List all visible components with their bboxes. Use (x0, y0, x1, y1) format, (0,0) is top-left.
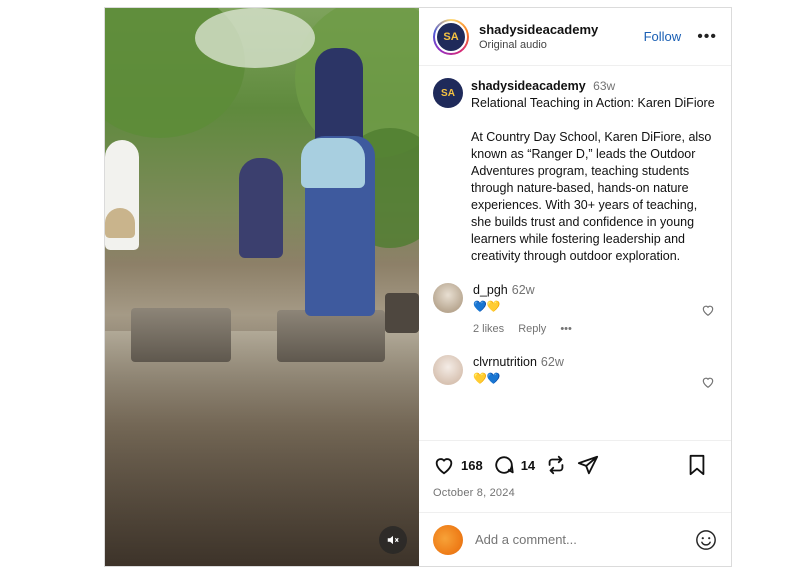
more-options-button[interactable]: ••• (697, 28, 717, 46)
comment-item: clvrnutrition 62w 💛💙 (419, 355, 731, 388)
comment-icon (495, 456, 514, 474)
current-user-avatar (433, 524, 463, 555)
heart-icon[interactable] (701, 375, 715, 389)
comment-text: 💛💙 (473, 373, 501, 385)
like-button[interactable]: 168 (433, 454, 483, 476)
child-figure (239, 158, 283, 258)
save-button[interactable] (687, 454, 707, 476)
instagram-post: SA shadysideacademy Original audio Follo… (104, 7, 732, 567)
post-header: SA shadysideacademy Original audio Follo… (419, 8, 731, 66)
comment-username[interactable]: d_pgh (473, 283, 508, 297)
heart-icon[interactable] (701, 303, 715, 317)
comment-timestamp: 62w (511, 283, 535, 297)
stream-water (105, 331, 419, 566)
child-figure (105, 208, 135, 238)
caption-title: Relational Teaching in Action: Karen DiF… (471, 96, 715, 110)
comment-timestamp: 62w (540, 355, 564, 369)
stepping-stone (131, 308, 231, 362)
like-count[interactable]: 168 (461, 458, 483, 473)
comment-text: 💙💛 (473, 301, 501, 313)
add-comment-bar (419, 512, 731, 566)
post-date[interactable]: October 8, 2024 (433, 487, 717, 499)
rock (385, 293, 419, 333)
caption-avatar[interactable]: SA (433, 78, 463, 108)
sky-decor (195, 8, 315, 68)
comment-button[interactable]: 14 (493, 454, 535, 476)
account-info: shadysideacademy Original audio (479, 22, 644, 51)
post-caption: SA shadysideacademy 63w Relational Teach… (419, 66, 731, 265)
share-icon (578, 455, 599, 475)
repost-button[interactable] (545, 454, 567, 476)
mute-button[interactable] (379, 526, 407, 554)
comment-username[interactable]: clvrnutrition (473, 355, 537, 369)
comment-likes[interactable]: 2 likes (473, 323, 504, 335)
comment-input[interactable] (475, 532, 695, 547)
account-username[interactable]: shadysideacademy (479, 22, 644, 37)
heart-icon (435, 458, 453, 475)
caption-timestamp[interactable]: 63w (593, 79, 615, 93)
account-avatar[interactable]: SA (433, 18, 469, 55)
post-video[interactable] (105, 8, 419, 566)
share-button[interactable] (577, 454, 599, 476)
post-sidebar: SA shadysideacademy Original audio Follo… (419, 8, 731, 566)
reply-button[interactable]: Reply (518, 323, 546, 335)
audio-label[interactable]: Original audio (479, 39, 644, 51)
repost-icon (548, 455, 564, 475)
caption-username[interactable]: shadysideacademy (471, 79, 586, 93)
commenter-avatar[interactable] (433, 283, 463, 313)
bookmark-icon (689, 454, 705, 476)
comment-more-button[interactable]: ••• (560, 323, 572, 335)
emoji-icon[interactable] (695, 529, 717, 551)
stepping-stone (277, 310, 385, 362)
comment-count[interactable]: 14 (521, 458, 535, 473)
comment-item: d_pgh 62w 💙💛 2 likes Reply ••• (419, 283, 731, 335)
follow-button[interactable]: Follow (644, 29, 682, 44)
caption-text: At Country Day School, Karen DiFiore, al… (471, 130, 712, 263)
commenter-avatar[interactable] (433, 355, 463, 385)
post-actions: 168 14 October 8, 2024 (419, 440, 731, 499)
mute-icon (387, 535, 399, 545)
child-figure (301, 138, 365, 188)
